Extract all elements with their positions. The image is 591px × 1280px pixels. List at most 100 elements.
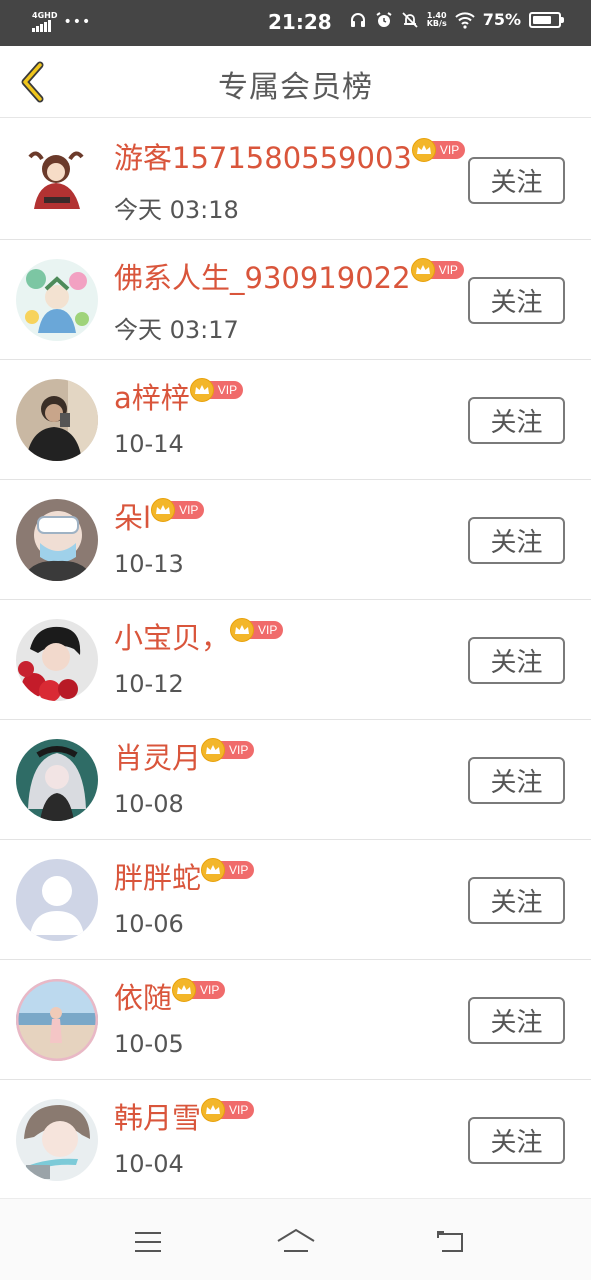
wifi-icon — [455, 11, 475, 29]
member-time: 10-14 — [114, 430, 184, 458]
nav-back-button[interactable] — [430, 1225, 470, 1259]
name-line: 肖灵月 VIP — [114, 738, 255, 778]
vip-badge: VIP — [201, 858, 255, 882]
follow-button[interactable]: 关注 — [468, 637, 565, 684]
name-line: 韩月雪 VIP — [114, 1098, 255, 1138]
vip-crown — [411, 138, 436, 162]
follow-button[interactable]: 关注 — [468, 1117, 565, 1164]
member-name[interactable]: 佛系人生_930919022 — [114, 258, 411, 298]
name-line: 胖胖蛇 VIP — [114, 858, 255, 898]
vip-badge: VIP — [201, 1098, 255, 1122]
member-row[interactable]: 游客1571580559003 VIP 今天 03:18 关注 — [0, 120, 591, 240]
page-title: 专属会员榜 — [218, 70, 373, 105]
vip-badge: VIP — [201, 738, 255, 762]
vip-crown — [410, 258, 435, 282]
vip-badge: VIP — [410, 258, 464, 282]
name-line: 小宝贝， VIP — [114, 618, 284, 658]
follow-button[interactable]: 关注 — [468, 997, 565, 1044]
avatar[interactable] — [16, 379, 98, 461]
follow-button[interactable]: 关注 — [468, 517, 565, 564]
member-list: 游客1571580559003 VIP 今天 03:18 关注 佛系人生_9309190… — [0, 120, 591, 1200]
alarm-icon — [376, 11, 392, 27]
back-arrow-icon — [437, 1231, 463, 1252]
vip-crown — [151, 498, 176, 522]
menu-icon — [135, 1232, 161, 1252]
vip-crown — [201, 1098, 226, 1122]
crown-icon — [194, 385, 209, 394]
member-time: 今天 03:17 — [114, 316, 239, 344]
vip-badge: VIP — [230, 618, 284, 642]
follow-button[interactable]: 关注 — [468, 397, 565, 444]
home-button[interactable] — [276, 1225, 316, 1259]
avatar[interactable] — [16, 739, 98, 821]
avatar[interactable] — [16, 859, 98, 941]
avatar[interactable] — [16, 979, 98, 1061]
avatar[interactable] — [16, 139, 98, 221]
member-row[interactable]: a梓梓 VIP 10-14 关注 — [0, 360, 591, 480]
name-line: 依随 VIP — [114, 978, 226, 1018]
member-row[interactable]: 韩月雪 VIP 10-04 关注 — [0, 1080, 591, 1200]
signal-bars-icon — [32, 20, 57, 32]
member-name[interactable]: 游客1571580559003 — [114, 138, 412, 178]
crown-icon — [206, 1105, 221, 1114]
member-name[interactable]: 小宝贝， — [114, 618, 230, 658]
crown-icon — [177, 985, 192, 994]
battery-percent: 75% — [482, 10, 521, 29]
vip-crown — [201, 858, 226, 882]
status-bar: 4GHD ••• 21:28 1.40 KB/s 75% — [0, 0, 591, 46]
name-line: 游客1571580559003 VIP — [114, 138, 466, 178]
member-time: 今天 03:18 — [114, 196, 239, 224]
network-speed: 1.40 KB/s — [426, 11, 447, 28]
member-name[interactable]: 朵l — [114, 498, 151, 538]
vip-crown — [189, 378, 214, 402]
follow-button[interactable]: 关注 — [468, 277, 565, 324]
member-name[interactable]: a梓梓 — [114, 378, 190, 418]
vip-badge: VIP — [151, 498, 205, 522]
member-name[interactable]: 胖胖蛇 — [114, 858, 201, 898]
member-time: 10-08 — [114, 790, 184, 818]
vip-crown — [172, 978, 197, 1002]
member-time: 10-06 — [114, 910, 184, 938]
name-line: 佛系人生_930919022 VIP — [114, 258, 464, 298]
member-time: 10-13 — [114, 550, 184, 578]
member-time: 10-04 — [114, 1150, 184, 1178]
battery-icon — [529, 11, 564, 28]
name-line: 朵l VIP — [114, 498, 205, 538]
network-type: 4GHD — [32, 11, 58, 20]
mute-bell-icon — [402, 11, 418, 28]
vip-crown — [201, 738, 226, 762]
member-row[interactable]: 朵l VIP 10-13 关注 — [0, 480, 591, 600]
avatar[interactable] — [16, 259, 98, 341]
status-left: 4GHD ••• — [32, 12, 91, 32]
headphones-icon — [350, 12, 365, 27]
member-time: 10-05 — [114, 1030, 184, 1058]
crown-icon — [206, 745, 221, 754]
follow-button[interactable]: 关注 — [468, 157, 565, 204]
crown-icon — [206, 865, 221, 874]
member-row[interactable]: 小宝贝， VIP 10-12 关注 — [0, 600, 591, 720]
member-row[interactable]: 肖灵月 VIP 10-08 关注 — [0, 720, 591, 840]
vip-badge: VIP — [411, 138, 466, 162]
avatar[interactable] — [16, 1099, 98, 1181]
vip-badge: VIP — [189, 378, 244, 402]
follow-button[interactable]: 关注 — [468, 757, 565, 804]
member-row[interactable]: 依随 VIP 10-05 关注 — [0, 960, 591, 1080]
crown-icon — [416, 145, 431, 154]
system-nav-bar — [0, 1198, 591, 1280]
crown-icon — [415, 265, 430, 274]
signal-indicator: 4GHD — [32, 12, 57, 32]
follow-button[interactable]: 关注 — [468, 877, 565, 924]
member-name[interactable]: 韩月雪 — [114, 1098, 201, 1138]
member-row[interactable]: 胖胖蛇 VIP 10-06 关注 — [0, 840, 591, 960]
speed-unit: KB/s — [426, 18, 447, 28]
home-icon — [277, 1228, 315, 1252]
member-name[interactable]: 肖灵月 — [114, 738, 201, 778]
avatar[interactable] — [16, 499, 98, 581]
vip-badge: VIP — [172, 978, 226, 1002]
menu-button[interactable] — [128, 1225, 168, 1259]
crown-icon — [235, 625, 250, 634]
member-name[interactable]: 依随 — [114, 978, 172, 1018]
member-row[interactable]: 佛系人生_930919022 VIP 今天 03:17 关注 — [0, 240, 591, 360]
status-time: 21:28 — [268, 10, 332, 34]
avatar[interactable] — [16, 619, 98, 701]
